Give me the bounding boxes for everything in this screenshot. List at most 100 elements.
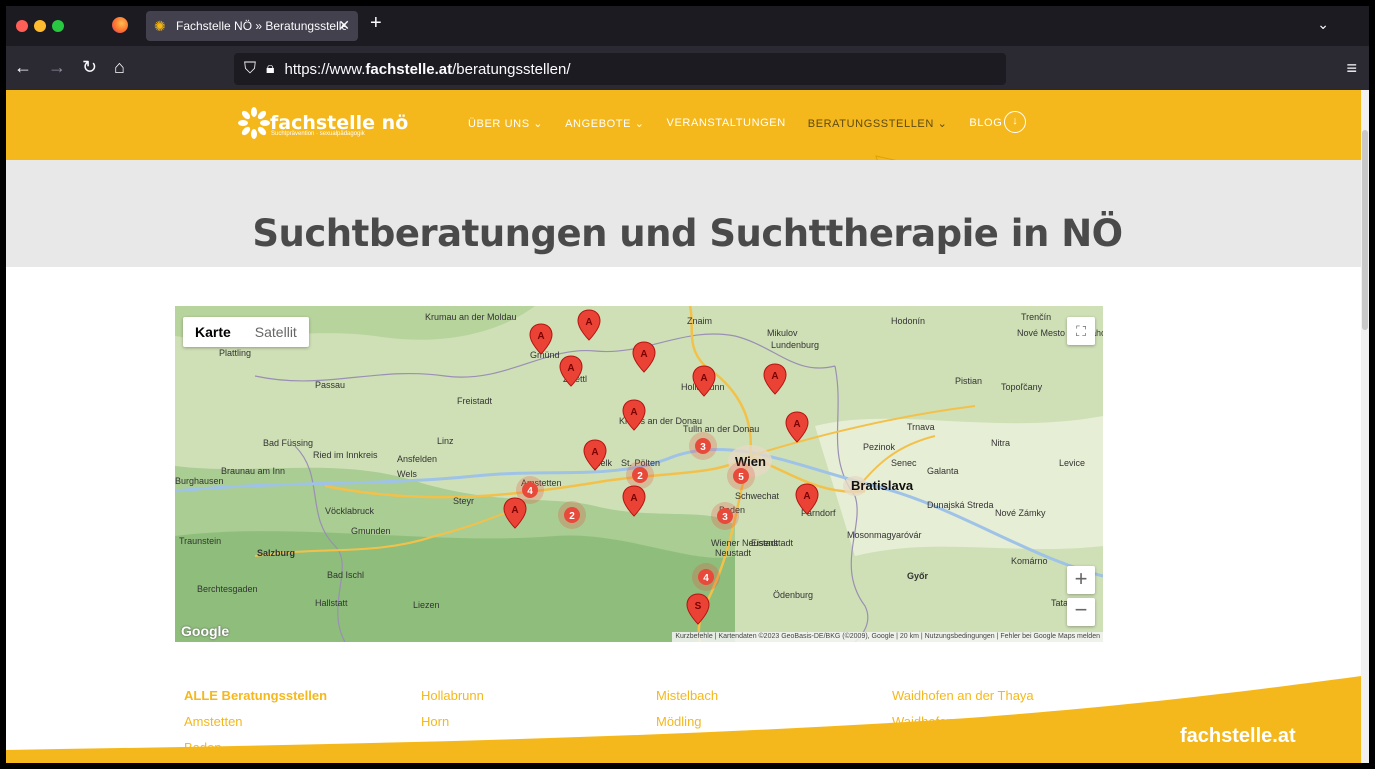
shield-icon[interactable]: ⛉ (244, 60, 256, 78)
svg-text:Berchtesgaden: Berchtesgaden (197, 584, 258, 594)
maximize-window-button[interactable] (52, 20, 64, 32)
svg-text:Komárno: Komárno (1011, 556, 1048, 566)
svg-text:Lundenburg: Lundenburg (771, 340, 819, 350)
location-link-horn[interactable]: Horn (421, 714, 449, 729)
pin-label: A (793, 419, 800, 430)
svg-text:Galanta: Galanta (927, 466, 959, 476)
lock-icon[interactable]: 🔒︎ (266, 60, 275, 78)
firefox-icon[interactable] (112, 17, 128, 33)
location-link-alle[interactable]: ALLE Beratungsstellen (184, 688, 327, 703)
close-window-button[interactable] (16, 20, 28, 32)
svg-text:Senec: Senec (891, 458, 917, 468)
location-link-amstetten[interactable]: Amstetten (184, 714, 243, 729)
pin-label: A (591, 447, 598, 458)
cluster-label: 2 (637, 471, 643, 482)
svg-text:Linz: Linz (437, 436, 454, 446)
fullscreen-icon[interactable]: ⛶ (1067, 317, 1095, 345)
svg-text:Steyr: Steyr (453, 496, 474, 506)
svg-text:Freistadt: Freistadt (457, 396, 493, 406)
footer-brand: fachstelle.at (1180, 725, 1296, 747)
scrollbar-thumb[interactable] (1362, 130, 1368, 330)
site-logo[interactable]: fachstelle nö Suchtprävention · sexualpä… (238, 107, 408, 139)
map-type-satellit-button[interactable]: Satellit (243, 317, 309, 347)
zoom-out-button[interactable]: − (1067, 598, 1095, 626)
svg-text:Eisenstadt: Eisenstadt (751, 538, 794, 548)
svg-text:Nové Zámky: Nové Zámky (995, 508, 1046, 518)
sunflower-logo-icon (238, 107, 270, 139)
tab-bar: ✺ Fachstelle NÖ » Beratungsstellen ✕ + ⌄ (6, 6, 1369, 46)
page-title: Suchtberatungen und Suchttherapie in NÖ (252, 212, 1123, 255)
menu-item-beratungsstellen[interactable]: BERATUNGSSTELLEN ⌄ (808, 117, 948, 130)
cluster-label: 4 (527, 486, 533, 497)
svg-text:Salzburg: Salzburg (257, 548, 295, 558)
download-circle-icon[interactable]: ↓ (1004, 111, 1026, 133)
navigation-toolbar: ← → ↻ ⌂ ⛉ 🔒︎ https://www. fachstelle.at/b… (6, 46, 1369, 90)
pin-label: A (803, 491, 810, 502)
pin-label: A (567, 363, 574, 374)
pin-label: A (511, 505, 518, 516)
menu-icon[interactable]: ≡ (1346, 58, 1357, 79)
svg-text:Dunajská Streda: Dunajská Streda (927, 500, 994, 510)
pin-label: A (537, 331, 544, 342)
tab-title: Fachstelle NÖ » Beratungsstellen (176, 19, 346, 33)
web-page: fachstelle nö Suchtprävention · sexualpä… (6, 90, 1369, 763)
svg-text:Burghausen: Burghausen (175, 476, 224, 486)
location-link-waidhofen-thaya[interactable]: Waidhofen an der Thaya (892, 688, 1034, 703)
url-path: /beratungsstellen/ (452, 60, 571, 78)
svg-text:Hodonín: Hodonín (891, 316, 925, 326)
pin-label: A (585, 317, 592, 328)
back-icon[interactable]: ← (14, 56, 32, 78)
svg-text:Nitra: Nitra (991, 438, 1010, 448)
location-link-hollabrunn[interactable]: Hollabrunn (421, 688, 484, 703)
svg-text:Krumau an der Moldau: Krumau an der Moldau (425, 312, 517, 322)
new-tab-icon[interactable]: + (370, 12, 382, 35)
url-scheme: https://www. (284, 60, 366, 78)
svg-text:Neustadt: Neustadt (715, 548, 752, 558)
svg-text:Trnava: Trnava (907, 422, 935, 432)
pin-label: A (771, 371, 778, 382)
url-host: fachstelle.at (365, 60, 453, 78)
svg-text:Ansfelden: Ansfelden (397, 454, 437, 464)
location-link-moedling[interactable]: Mödling (656, 714, 702, 729)
pin-label: S (695, 601, 702, 612)
cluster-label: 5 (738, 472, 744, 483)
svg-text:Topoľčany: Topoľčany (1001, 382, 1043, 392)
menu-item-blog[interactable]: BLOG (969, 117, 1002, 130)
pin-label: A (640, 349, 647, 360)
svg-text:Bad Füssing: Bad Füssing (263, 438, 313, 448)
svg-text:Passau: Passau (315, 380, 345, 390)
svg-text:Traunstein: Traunstein (179, 536, 221, 546)
minimize-window-button[interactable] (34, 20, 46, 32)
location-link-mistelbach[interactable]: Mistelbach (656, 688, 718, 703)
cluster-label: 2 (569, 511, 575, 522)
svg-text:Levice: Levice (1059, 458, 1085, 468)
svg-text:Bad Ischl: Bad Ischl (327, 570, 364, 580)
list-all-tabs-icon[interactable]: ⌄ (1317, 16, 1329, 33)
close-tab-icon[interactable]: ✕ (338, 17, 350, 34)
logo-tagline: Suchtprävention · sexualpädagogik (271, 131, 365, 137)
map-type-karte-button[interactable]: Karte (183, 317, 243, 347)
svg-text:Ödenburg: Ödenburg (773, 590, 813, 600)
google-map[interactable]: Wien Bratislava Znaim Mikulov Linz Wels … (175, 306, 1103, 642)
home-icon[interactable]: ⌂ (114, 56, 125, 78)
zoom-in-button[interactable]: + (1067, 566, 1095, 594)
forward-icon[interactable]: → (48, 56, 66, 78)
reload-icon[interactable]: ↻ (82, 56, 97, 78)
location-link-baden[interactable]: Baden (184, 740, 222, 755)
page-scrollbar[interactable] (1361, 90, 1369, 763)
menu-item-veranstaltungen[interactable]: VERANSTALTUNGEN (667, 117, 786, 130)
map-attribution[interactable]: Kurzbefehle | Kartendaten ©2023 GeoBasis… (672, 632, 1103, 642)
pin-label: A (630, 493, 637, 504)
svg-text:Pistian: Pistian (955, 376, 982, 386)
svg-text:Bratislava: Bratislava (851, 478, 914, 493)
url-bar[interactable]: ⛉ 🔒︎ https://www. fachstelle.at/beratungs… (234, 53, 1006, 85)
menu-item-angebote[interactable]: ANGEBOTE ⌄ (565, 117, 644, 130)
tab-beratungsstellen[interactable]: ✺ Fachstelle NÖ » Beratungsstellen ✕ (146, 11, 358, 41)
svg-text:Gmünd: Gmünd (530, 350, 560, 360)
svg-text:Schwechat: Schwechat (735, 491, 780, 501)
location-link-korneuburg[interactable]: Korneuburg (421, 740, 489, 755)
location-link-waidhofen[interactable]: Waidhofen (892, 714, 954, 729)
google-logo[interactable]: Google (181, 623, 229, 639)
menu-item-ueber-uns[interactable]: ÜBER UNS ⌄ (468, 117, 543, 130)
svg-text:Mosonmagyaróvár: Mosonmagyaróvár (847, 530, 922, 540)
